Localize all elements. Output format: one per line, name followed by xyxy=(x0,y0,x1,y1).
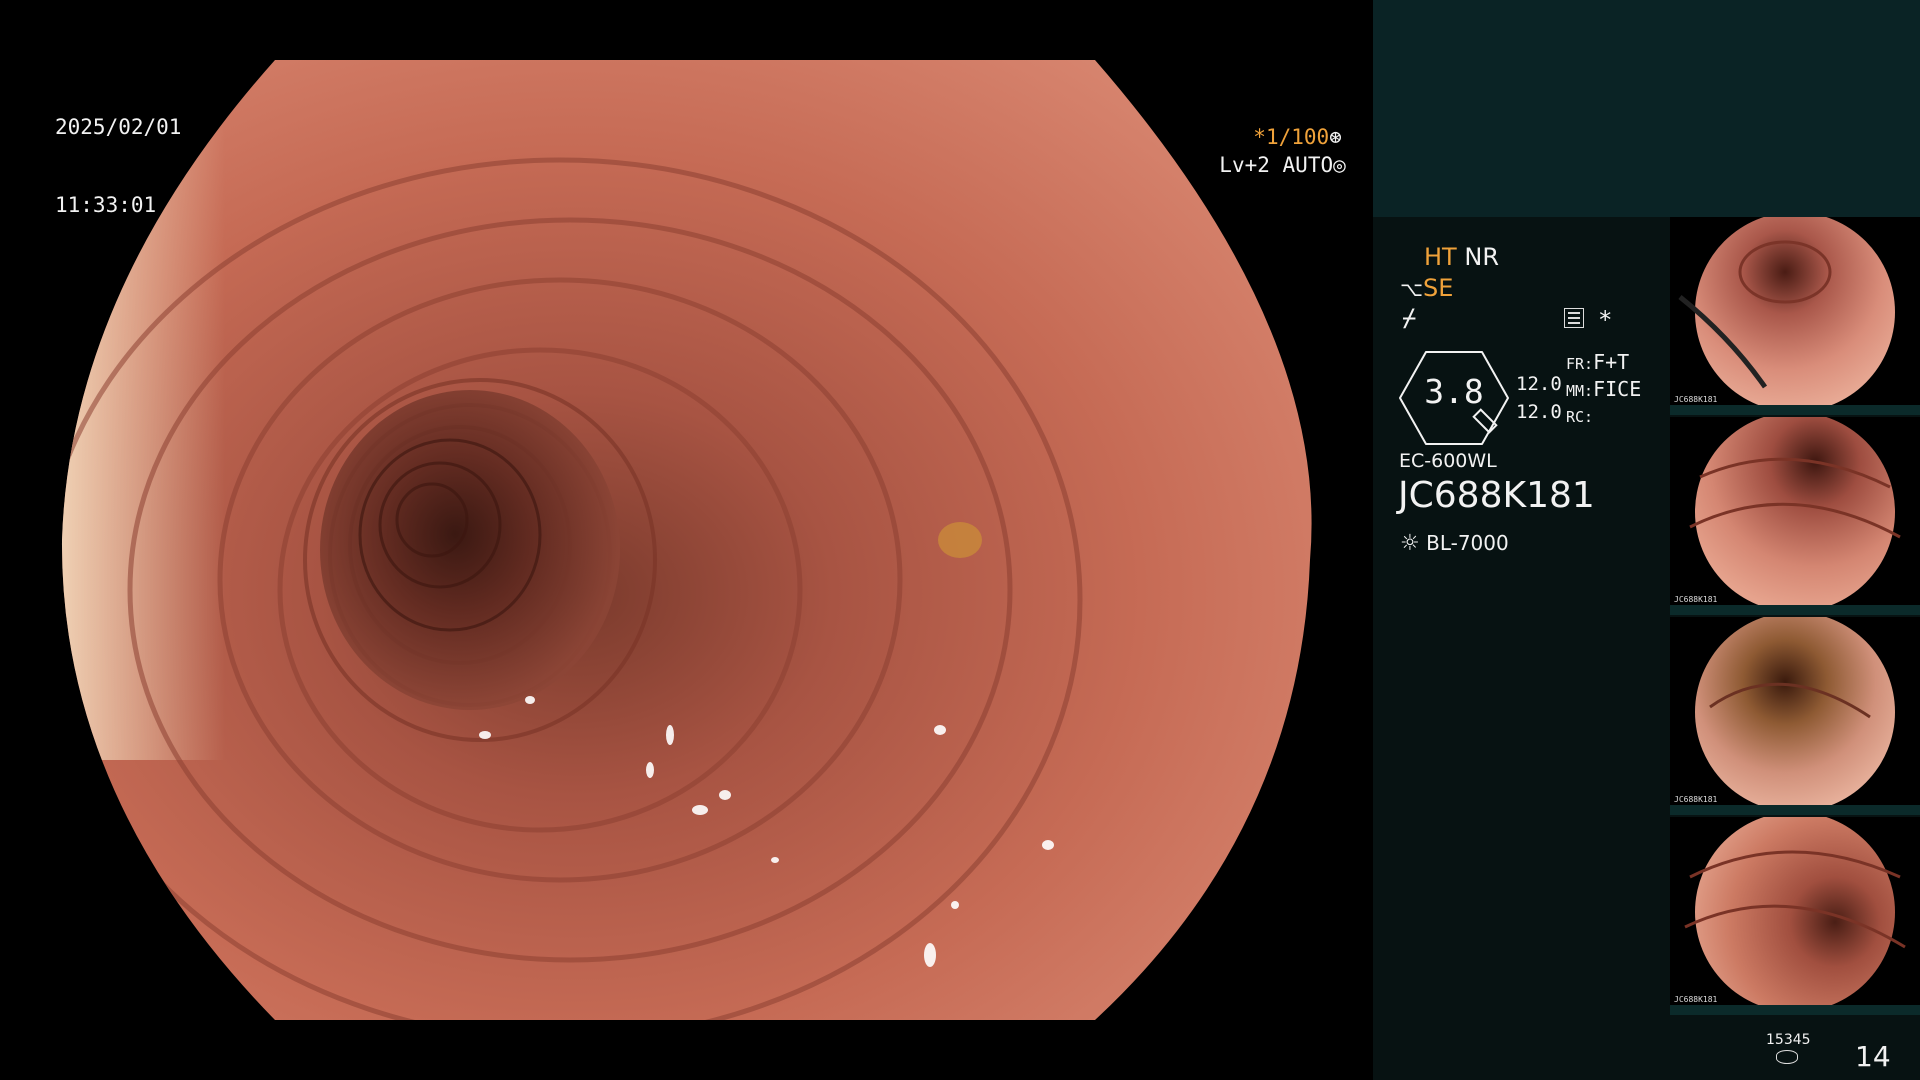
time-text: 11:33:01 xyxy=(55,193,157,217)
thumbnail-3[interactable]: JC688K181 xyxy=(1670,617,1920,815)
freeze-icon: ⌿ xyxy=(1402,304,1417,332)
scope-serial: JC688K181 xyxy=(1398,475,1595,516)
thumbnail-1[interactable]: JC688K181 xyxy=(1670,217,1920,415)
zoom-value: 3.8 xyxy=(1424,372,1484,411)
ht-nr-row: HT NR xyxy=(1424,243,1499,271)
auto-iris-icon: ◎ xyxy=(1333,153,1346,177)
capture-count: 14 xyxy=(1855,1040,1891,1073)
settings-icon xyxy=(1564,308,1584,328)
light-model: BL-7000 xyxy=(1426,531,1509,555)
mode-text: AUTO xyxy=(1282,153,1334,177)
fr-label: FR: xyxy=(1566,355,1594,373)
date-text: 2025/02/01 xyxy=(55,115,182,139)
thumbnail-4-serial: JC688K181 xyxy=(1674,995,1718,1004)
gain-values: 12.0 12.0 xyxy=(1516,370,1562,426)
storage-icon xyxy=(1776,1050,1798,1064)
gain-2: 12.0 xyxy=(1516,401,1562,423)
mm-label: MM: xyxy=(1566,382,1594,400)
gain-1: 12.0 xyxy=(1516,373,1562,395)
exposure-readout: Lv+2 AUTO◎ xyxy=(1194,126,1346,178)
se-row: ⌥SE xyxy=(1400,274,1453,302)
thumbnail-2-serial: JC688K181 xyxy=(1674,595,1718,604)
level-text: Lv+2 xyxy=(1219,153,1270,177)
ht-label: HT xyxy=(1424,243,1457,271)
nr-label: NR xyxy=(1464,243,1499,271)
fr-value: F+T xyxy=(1593,350,1630,374)
endoscope-live-view xyxy=(61,60,1312,1020)
light-source-row: ☼ BL-7000 xyxy=(1400,531,1509,556)
thumbnail-1-serial: JC688K181 xyxy=(1674,395,1718,404)
status-panel-header xyxy=(1373,0,1920,217)
rc-label: RC: xyxy=(1566,408,1594,426)
structure-enhance-icon: ⌥ xyxy=(1400,277,1424,301)
star-indicator: * xyxy=(1598,306,1613,334)
date-time: 2025/02/01 11:33:01 xyxy=(55,62,181,244)
mode-settings: FR:F+T MM:FICE RC: xyxy=(1566,350,1641,430)
light-source-icon: ☼ xyxy=(1400,531,1420,556)
mm-value: FICE xyxy=(1593,377,1642,401)
thumbnail-3-serial: JC688K181 xyxy=(1674,795,1718,804)
thumbnail-4[interactable]: JC688K181 xyxy=(1670,817,1920,1015)
scope-model: EC-600WL xyxy=(1399,450,1497,472)
se-label: SE xyxy=(1423,274,1454,302)
mucosa-image xyxy=(61,60,1312,1020)
thumbnail-2[interactable]: JC688K181 xyxy=(1670,417,1920,615)
storage-count: 15345 xyxy=(1766,1032,1811,1048)
